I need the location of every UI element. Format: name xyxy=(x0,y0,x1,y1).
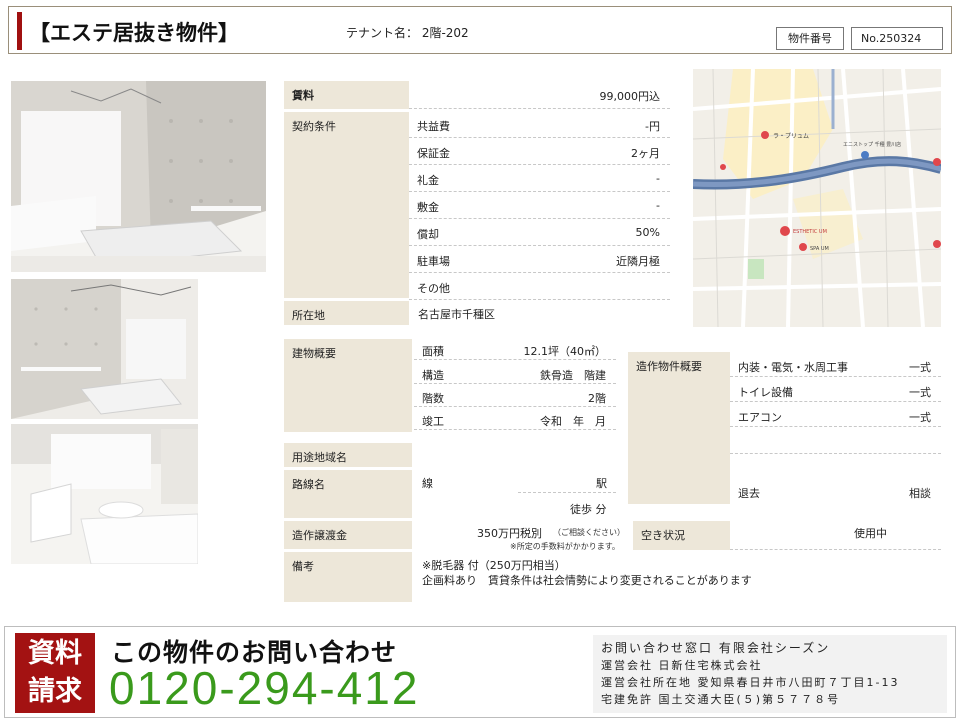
page-header: 【エステ居抜き物件】 テナント名： 2階-202 物件番号 No.250324 xyxy=(8,6,952,54)
tenant-name: テナント名： 2階-202 xyxy=(346,26,469,40)
info-title: お問い合わせ窓口 有限会社シーズン xyxy=(601,641,831,655)
remarks-line-2: 企画料あり 賃貸条件は社会情勢により変更されることがあります xyxy=(422,574,752,587)
fixtures-row: エアコン 一式 xyxy=(730,402,941,427)
route-line: 線 xyxy=(422,477,433,490)
remarks-label: 備考 xyxy=(284,552,412,602)
interior-photo-2 xyxy=(11,279,198,419)
fixtures-row: トイレ設備 一式 xyxy=(730,377,941,402)
property-number-label: 物件番号 xyxy=(776,27,844,50)
map-poi-2: エニストップ 千種 豊川店 xyxy=(843,141,901,148)
building-row: 面積 12.1坪（40㎡） xyxy=(414,336,616,360)
page-title: 【エステ居抜き物件】 xyxy=(29,21,239,45)
rent-label: 賃料 xyxy=(284,81,409,109)
zoning-label: 用途地域名 xyxy=(284,443,412,467)
contract-row: 保証金 2ヶ月 xyxy=(409,138,670,165)
title-accent-bar xyxy=(17,12,22,50)
rent-value: 99,000円込 xyxy=(599,90,661,103)
fixtures-label: 造作物件概要 xyxy=(628,352,730,504)
fixtures-row: 内装・電気・水周工事 一式 xyxy=(730,352,941,377)
location-label: 所在地 xyxy=(284,301,409,325)
route-walk: 徒歩 分 xyxy=(570,503,607,516)
property-number-value: No.250324 xyxy=(851,27,943,50)
vacancy-label: 空き状況 xyxy=(633,521,730,550)
interior-photo-main xyxy=(11,81,266,272)
remarks-line-1: ※脱毛器 付（250万円相当） xyxy=(422,559,566,572)
company-info: お問い合わせ窓口 有限会社シーズン 運営会社 日新住宅株式会社 運営会社所在地 … xyxy=(593,635,947,713)
vacancy-divider xyxy=(730,521,941,550)
location-map[interactable]: ラ・プリュム エニストップ 千種 豊川店 ESTHETIC UM SPA UM xyxy=(693,69,941,327)
info-line: 宅建免許 国土交通大臣(５)第５７７８号 xyxy=(601,693,841,706)
route-divider xyxy=(518,468,616,493)
phone-number[interactable]: 0120-294-412 xyxy=(109,661,419,715)
fixtures-row: 退去 相談 xyxy=(738,487,931,500)
contract-row: 共益費 -円 xyxy=(409,111,670,138)
transfer-value: 350万円税別 xyxy=(477,527,542,540)
contract-row: 礼金 - xyxy=(409,165,670,192)
interior-photo-3 xyxy=(11,424,198,564)
building-label: 建物概要 xyxy=(284,339,412,432)
contract-row: 敷金 - xyxy=(409,192,670,219)
rent-row: 99,000円込 xyxy=(409,81,670,109)
contract-row: 償却 50% xyxy=(409,219,670,246)
info-line: 運営会社 日新住宅株式会社 xyxy=(601,659,763,672)
transfer-label: 造作譲渡金 xyxy=(284,521,412,549)
map-poi-4: SPA UM xyxy=(810,246,829,252)
building-row: 構造 鉄骨造 階建 xyxy=(414,360,616,384)
building-row: 竣工 令和 年 月 xyxy=(414,406,616,430)
contract-row: 駐車場 近隣月極 xyxy=(409,246,670,273)
contract-label: 契約条件 xyxy=(284,112,409,298)
route-label: 路線名 xyxy=(284,470,412,518)
transfer-fee-note: ※所定の手数料がかかります。 xyxy=(510,542,620,551)
contract-row: その他 xyxy=(409,273,670,300)
document-request-badge[interactable]: 資料 請求 xyxy=(15,633,95,713)
map-poi-3: ESTHETIC UM xyxy=(793,229,827,235)
info-line: 運営会社所在地 愛知県春日井市八田町７丁目1-13 xyxy=(601,676,900,689)
inquiry-footer: 資料 請求 この物件のお問い合わせ 0120-294-412 お問い合わせ窓口 … xyxy=(4,626,956,718)
location-value: 名古屋市千種区 xyxy=(418,308,495,321)
map-poi-1: ラ・プリュム xyxy=(773,133,809,140)
building-row: 階数 2階 xyxy=(414,383,616,407)
transfer-note: （ご相談ください） xyxy=(553,528,625,537)
fixtures-row xyxy=(730,427,941,454)
